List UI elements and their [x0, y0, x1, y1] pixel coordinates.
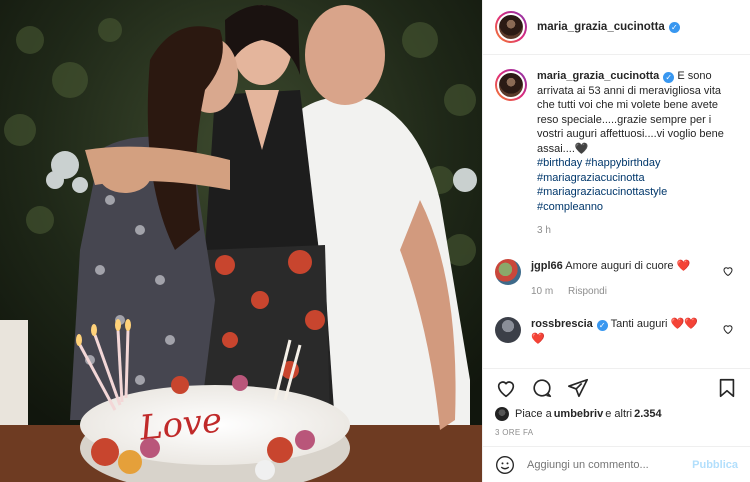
- comment-item: rossbrescia ✓ Tanti auguri ❤️❤️ ❤️: [495, 316, 738, 347]
- commenter-username[interactable]: jgpl66: [531, 260, 563, 272]
- commenter-avatar[interactable]: [495, 316, 521, 343]
- publish-button[interactable]: Pubblica: [692, 459, 738, 471]
- like-heart-icon[interactable]: [495, 377, 517, 399]
- caption-avatar[interactable]: [495, 69, 527, 101]
- likes-middle: e altri: [605, 408, 633, 420]
- emoji-smiley-icon[interactable]: [495, 455, 515, 475]
- like-comment-heart-icon[interactable]: [722, 265, 734, 277]
- commenter-avatar[interactable]: [495, 258, 521, 285]
- comment-body: rossbrescia ✓ Tanti auguri ❤️❤️ ❤️: [531, 317, 716, 347]
- reply-button[interactable]: Rispondi: [568, 286, 607, 297]
- liker-username[interactable]: umbebriv: [554, 408, 604, 420]
- comment-body: jgpl66 Amore auguri di cuore ❤️ 10 m Ris…: [531, 259, 716, 299]
- hashtag-line[interactable]: #birthday #happybirthday: [537, 156, 738, 171]
- birthday-photo: Love: [0, 0, 482, 482]
- comment-text: Amore auguri di cuore ❤️: [565, 259, 691, 272]
- hashtag-line[interactable]: #mariagraziacucinotta: [537, 171, 738, 186]
- verified-badge-icon: ✓: [663, 72, 675, 83]
- post-photo[interactable]: Love: [0, 0, 482, 482]
- commenter-username[interactable]: rossbrescia: [531, 318, 593, 330]
- comment-input[interactable]: [527, 458, 693, 471]
- add-comment-bar: Pubblica: [483, 446, 750, 482]
- likes-count[interactable]: 2.354: [634, 408, 662, 420]
- comment-time: 10 m: [531, 285, 554, 297]
- share-paper-plane-icon[interactable]: [567, 377, 589, 399]
- comment-text-continued: ❤️: [531, 332, 545, 345]
- author-username[interactable]: maria_grazia_cucinotta: [537, 21, 665, 33]
- caption: maria_grazia_cucinotta ✓ E sono arrivata …: [495, 69, 738, 239]
- save-bookmark-icon[interactable]: [716, 377, 738, 399]
- likes-prefix: Piace a: [515, 408, 552, 420]
- caption-text: E sono arrivata ai 53 anni di meraviglio…: [537, 70, 724, 155]
- likes-summary: Piace a umbebriv e altri 2.354: [483, 406, 750, 422]
- post-side-panel: maria_grazia_cucinotta ✓ maria_grazia_cu…: [482, 0, 750, 482]
- comments-section: maria_grazia_cucinotta ✓ E sono arrivata …: [483, 55, 750, 368]
- verified-badge-icon: ✓: [668, 21, 680, 33]
- post-header: maria_grazia_cucinotta ✓: [483, 0, 750, 55]
- post-time-ago: 3 ORE FA: [495, 428, 534, 437]
- instagram-post: Love maria_grazia_cucinotta ✓ maria_graz…: [0, 0, 750, 482]
- caption-body: maria_grazia_cucinotta ✓ E sono arrivata …: [537, 69, 738, 239]
- caption-username[interactable]: maria_grazia_cucinotta: [537, 70, 659, 82]
- verified-badge-icon: ✓: [596, 319, 608, 331]
- post-actions: [483, 368, 750, 406]
- liker-avatar[interactable]: [495, 407, 509, 421]
- comment-item: jgpl66 Amore auguri di cuore ❤️ 10 m Ris…: [495, 258, 738, 299]
- comment-bubble-icon[interactable]: [531, 377, 553, 399]
- author-avatar[interactable]: [495, 11, 527, 43]
- caption-time: 3 h: [537, 225, 551, 236]
- comment-text: Tanti auguri ❤️❤️: [610, 317, 698, 330]
- like-comment-heart-icon[interactable]: [722, 323, 734, 335]
- hashtag-line[interactable]: #mariagraziacucinottastyle: [537, 185, 738, 200]
- hashtag-line[interactable]: #compleanno: [537, 200, 738, 215]
